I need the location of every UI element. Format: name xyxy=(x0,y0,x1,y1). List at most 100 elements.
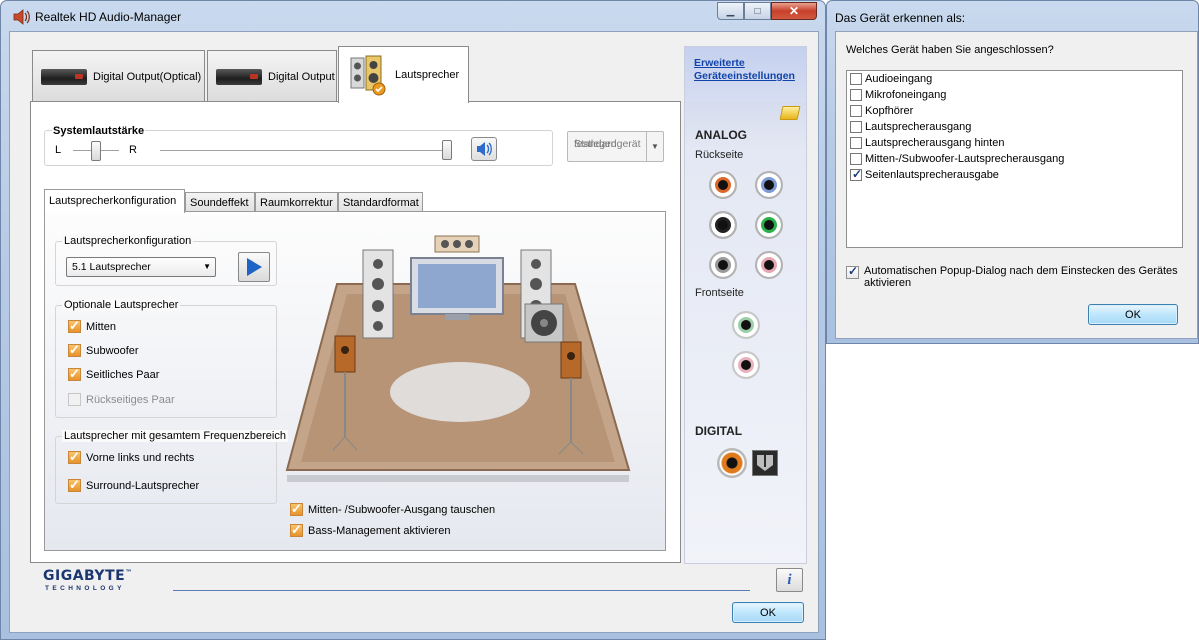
speaker-config-panel: Lautsprecherkonfiguration 5.1 Lautsprech… xyxy=(44,211,666,551)
volume-slider[interactable] xyxy=(442,140,452,160)
digital-coaxial-jack[interactable] xyxy=(717,448,747,478)
checkbox-box[interactable] xyxy=(850,73,862,85)
speaker-app-icon xyxy=(13,9,30,25)
full-range-group: Lautsprecher mit gesamtem Frequenzbereic… xyxy=(55,430,288,504)
jack-front-pink[interactable] xyxy=(732,351,760,379)
set-default-device-button[interactable]: Standardgerät festlegen ▼ xyxy=(567,131,664,162)
checkbox-label: Rückseitiges Paar xyxy=(86,393,175,406)
test-play-button[interactable] xyxy=(238,252,270,282)
jack-back-black[interactable] xyxy=(709,211,737,239)
checkbox-box[interactable] xyxy=(850,137,862,149)
device-list[interactable]: Audioeingang Mikrofoneingang Kopfhörer L… xyxy=(846,70,1183,248)
speaker-config-title: Lautsprecherkonfiguration xyxy=(62,235,194,247)
speakers-icon xyxy=(350,55,386,96)
speaker-content-panel: Systemlautstärke L R Standardgerät festle… xyxy=(30,101,681,563)
close-button[interactable]: ✕ xyxy=(771,2,817,20)
mute-button[interactable] xyxy=(471,137,497,161)
checkbox-box[interactable] xyxy=(850,121,862,133)
checkbox-box[interactable] xyxy=(850,167,862,181)
device-option-lautsprecherausgang-hinten[interactable]: Lautsprecherausgang hinten xyxy=(850,137,1004,149)
ok-button[interactable]: OK xyxy=(732,602,804,623)
folder-icon[interactable] xyxy=(779,106,801,120)
device-option-kopfhoerer[interactable]: Kopfhörer xyxy=(850,105,913,117)
checkbox-box[interactable] xyxy=(850,105,862,117)
speaker-room-illustration[interactable] xyxy=(285,222,631,482)
device-option-center-sub[interactable]: Mitten-/Subwoofer-Lautsprecherausgang xyxy=(850,153,1064,165)
tab-soundeffekt[interactable]: Soundeffekt xyxy=(185,192,255,212)
checkbox-box[interactable] xyxy=(68,449,81,465)
optional-speakers-title: Optionale Lautsprecher xyxy=(62,299,181,311)
center-speaker[interactable] xyxy=(434,235,480,253)
tab-label: Lautsprecher xyxy=(395,69,460,81)
front-left-speaker[interactable] xyxy=(362,249,394,339)
tab-digital-output-optical[interactable]: Digital Output(Optical) xyxy=(32,50,205,102)
front-lr-checkbox[interactable]: Vorne links und rechts xyxy=(68,449,194,465)
optical-port-icon xyxy=(757,455,773,471)
device-option-lautsprecherausgang[interactable]: Lautsprecherausgang xyxy=(850,121,971,133)
dialog-ok-button[interactable]: OK xyxy=(1088,304,1178,325)
checkbox-label: Surround-Lautsprecher xyxy=(86,479,200,492)
checkbox-box[interactable] xyxy=(290,522,303,538)
jack-back-green[interactable] xyxy=(755,211,783,239)
jack-back-pink[interactable] xyxy=(755,251,783,279)
jack-front-green[interactable] xyxy=(732,311,760,339)
swap-center-sub-checkbox[interactable]: Mitten- /Subwoofer-Ausgang tauschen xyxy=(290,501,496,517)
advanced-settings-link[interactable]: Erweiterte Geräteeinstellungen xyxy=(694,57,795,83)
device-option-label: Seitenlautsprecherausgabe xyxy=(865,169,999,181)
advanced-settings-header: Erweiterte Geräteeinstellungen xyxy=(685,47,806,102)
tab-standardformat[interactable]: Standardformat xyxy=(338,192,423,212)
speaker-config-value: 5.1 Lautsprecher xyxy=(72,261,151,273)
device-option-mikrofoneingang[interactable]: Mikrofoneingang xyxy=(850,89,946,101)
default-device-line2: festlegen xyxy=(574,138,617,150)
checkbox-box[interactable] xyxy=(68,318,81,334)
jack-back-blue[interactable] xyxy=(755,171,783,199)
speaker-config-select[interactable]: 5.1 Lautsprecher ▼ xyxy=(66,257,216,277)
checkbox-label: Mitten- /Subwoofer-Ausgang tauschen xyxy=(308,503,496,516)
chevron-down-icon[interactable]: ▼ xyxy=(646,132,663,161)
tab-raumkorrektur[interactable]: Raumkorrektur xyxy=(255,192,338,212)
maximize-button[interactable]: □ xyxy=(744,2,771,20)
digital-optical-jack[interactable] xyxy=(752,450,778,476)
jack-back-gray[interactable] xyxy=(709,251,737,279)
balance-slider[interactable] xyxy=(91,141,101,161)
info-button[interactable]: i xyxy=(776,568,803,592)
device-option-label: Mikrofoneingang xyxy=(865,89,947,101)
side-pair-checkbox[interactable]: Seitliches Paar xyxy=(68,366,159,382)
mitten-checkbox[interactable]: Mitten xyxy=(68,318,116,334)
device-option-label: Lautsprecherausgang hinten xyxy=(865,137,1005,149)
bass-management-checkbox[interactable]: Bass-Management aktivieren xyxy=(290,522,450,538)
checkbox-box[interactable] xyxy=(850,89,862,101)
tab-lautsprecherkonfiguration[interactable]: Lautsprecherkonfiguration xyxy=(44,189,185,213)
optional-speakers-group: Optionale Lautsprecher Mitten Subwoofer … xyxy=(55,299,277,418)
play-icon xyxy=(247,258,262,276)
main-client-area: Digital Output(Optical) Digital Output L… xyxy=(9,31,819,633)
brand-tm: ™ xyxy=(125,568,133,577)
auto-popup-line2: aktivieren xyxy=(864,277,912,289)
rear-pair-checkbox[interactable]: Rückseitiges Paar xyxy=(68,393,175,406)
system-volume-group: Systemlautstärke L R xyxy=(44,125,553,166)
checkbox-box[interactable] xyxy=(290,501,303,517)
minimize-button[interactable]: ▁ xyxy=(717,2,744,20)
tab-label: Digital Output xyxy=(268,70,335,83)
checkbox-box[interactable] xyxy=(850,153,862,165)
surround-checkbox[interactable]: Surround-Lautsprecher xyxy=(68,477,200,493)
device-option-label: Lautsprecherausgang xyxy=(865,121,972,133)
checkbox-box[interactable] xyxy=(68,477,81,493)
checkbox-box[interactable] xyxy=(68,393,81,406)
device-option-seitenlautsprecher[interactable]: Seitenlautsprecherausgabe xyxy=(850,167,999,181)
brand-subtitle: TECHNOLOGY xyxy=(45,585,125,592)
audio-manager-window: Realtek HD Audio-Manager ▁ □ ✕ Digital O… xyxy=(0,0,826,640)
speaker-config-group: Lautsprecherkonfiguration 5.1 Lautsprech… xyxy=(55,235,277,286)
device-option-audioeingang[interactable]: Audioeingang xyxy=(850,73,932,85)
tab-lautsprecher[interactable]: Lautsprecher xyxy=(338,46,469,103)
subwoofer-speaker[interactable] xyxy=(524,303,564,343)
checkbox-box[interactable] xyxy=(68,342,81,358)
tab-digital-output[interactable]: Digital Output xyxy=(207,50,337,102)
subwoofer-checkbox[interactable]: Subwoofer xyxy=(68,342,139,358)
front-panel-label: Frontseite xyxy=(695,287,744,299)
checkbox-box[interactable] xyxy=(68,366,81,382)
jack-back-orange[interactable] xyxy=(709,171,737,199)
auto-popup-checkbox[interactable]: Automatischen Popup-Dialog nach dem Eins… xyxy=(846,264,1178,289)
full-range-title: Lautsprecher mit gesamtem Frequenzbereic… xyxy=(62,430,288,442)
checkbox-box[interactable] xyxy=(846,264,859,279)
